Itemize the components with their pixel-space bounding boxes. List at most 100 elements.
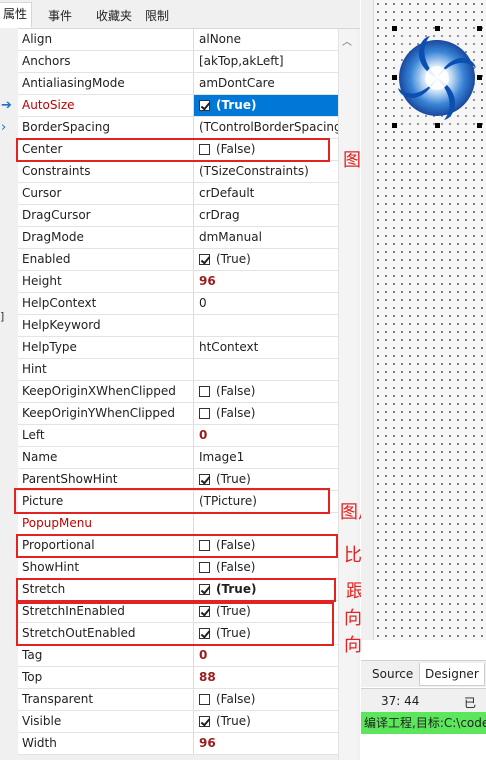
tab-favorites[interactable]: 收藏夹	[92, 5, 136, 27]
resize-handle-se[interactable]	[477, 123, 482, 128]
property-value-text: (False)	[216, 692, 256, 706]
resize-handle-s[interactable]	[435, 123, 440, 128]
property-value[interactable]: (True)	[194, 249, 338, 270]
property-value[interactable]: htContext	[194, 337, 338, 358]
property-row-constraints[interactable]: Constraints (TSizeConstraints)	[18, 161, 338, 183]
property-value[interactable]	[194, 315, 338, 336]
property-value[interactable]: (TControlBorderSpacing)	[194, 117, 338, 138]
form-designer-canvas[interactable]	[374, 0, 486, 640]
property-value[interactable]: 0	[194, 293, 338, 314]
checkbox-checked-icon[interactable]	[199, 716, 210, 727]
checkbox-unchecked-icon[interactable]	[199, 408, 210, 419]
property-value[interactable]: crDefault	[194, 183, 338, 204]
property-name: Tag	[18, 645, 194, 666]
property-name: DragMode	[18, 227, 194, 248]
resize-handle-nw[interactable]	[392, 26, 397, 31]
property-value[interactable]: 0	[194, 645, 338, 666]
checkbox-checked-icon[interactable]	[199, 254, 210, 265]
highlight-picture	[14, 488, 330, 514]
property-row-align[interactable]: Align alNone	[18, 29, 338, 51]
property-row-popupmenu[interactable]: PopupMenu	[18, 513, 338, 535]
property-row-antialiasingmode[interactable]: AntialiasingMode amDontCare	[18, 73, 338, 95]
property-value[interactable]: alNone	[194, 29, 338, 50]
property-name: DragCursor	[18, 205, 194, 226]
property-value[interactable]: 88	[194, 667, 338, 688]
property-name: Height	[18, 271, 194, 292]
property-name: Top	[18, 667, 194, 688]
property-value[interactable]: crDrag	[194, 205, 338, 226]
resize-handle-e[interactable]	[477, 75, 482, 80]
property-row-dragcursor[interactable]: DragCursor crDrag	[18, 205, 338, 227]
property-row-keeporiginywhenclipped[interactable]: KeepOriginYWhenClipped (False)	[18, 403, 338, 425]
property-value[interactable]: dmManual	[194, 227, 338, 248]
compile-message[interactable]: 编译工程,目标:C:\code	[361, 712, 486, 734]
tab-events[interactable]: 事件	[44, 5, 76, 27]
tab-properties[interactable]: 属性	[0, 2, 33, 28]
property-name: Name	[18, 447, 194, 468]
property-value[interactable]: (True)	[194, 711, 338, 732]
property-row-helpkeyword[interactable]: HelpKeyword	[18, 315, 338, 337]
property-row-cursor[interactable]: Cursor crDefault	[18, 183, 338, 205]
property-row-width[interactable]: Width 96	[18, 733, 338, 755]
property-value[interactable]: 96	[194, 271, 338, 292]
image1-component[interactable]	[392, 26, 482, 128]
property-row-borderspacing[interactable]: BorderSpacing (TControlBorderSpacing)	[18, 117, 338, 139]
checkbox-checked-icon[interactable]	[199, 100, 210, 111]
property-row-enabled[interactable]: Enabled (True)	[18, 249, 338, 271]
resize-handle-w[interactable]	[392, 75, 397, 80]
property-row-dragmode[interactable]: DragMode dmManual	[18, 227, 338, 249]
property-value[interactable]: 0	[194, 425, 338, 446]
property-value[interactable]: (False)	[194, 381, 338, 402]
tab-restricted[interactable]: 限制	[141, 5, 173, 27]
property-name: Constraints	[18, 161, 194, 182]
property-value[interactable]: [akTop,akLeft]	[194, 51, 338, 72]
property-row-top[interactable]: Top 88	[18, 667, 338, 689]
property-name: ShowHint	[18, 557, 194, 578]
resize-handle-n[interactable]	[435, 26, 440, 31]
property-row-transparent[interactable]: Transparent (False)	[18, 689, 338, 711]
property-name: Transparent	[18, 689, 194, 710]
property-name: KeepOriginXWhenClipped	[18, 381, 194, 402]
resize-handle-sw[interactable]	[392, 123, 397, 128]
tab-designer[interactable]: Designer	[419, 663, 485, 686]
tab-source[interactable]: Source	[367, 663, 418, 685]
checkbox-unchecked-icon[interactable]	[199, 386, 210, 397]
scroll-up-arrow-icon[interactable]: ︿	[342, 33, 352, 48]
property-name: BorderSpacing	[18, 117, 194, 138]
property-value[interactable]: (TSizeConstraints)	[194, 161, 338, 182]
property-row-name[interactable]: Name Image1	[18, 447, 338, 469]
property-name: Left	[18, 425, 194, 446]
property-value[interactable]: amDontCare	[194, 73, 338, 94]
checkbox-unchecked-icon[interactable]	[199, 694, 210, 705]
property-row-tag[interactable]: Tag 0	[18, 645, 338, 667]
property-row-anchors[interactable]: Anchors [akTop,akLeft]	[18, 51, 338, 73]
checkbox-checked-icon[interactable]	[199, 474, 210, 485]
property-value[interactable]	[194, 513, 338, 534]
property-value[interactable]: (False)	[194, 557, 338, 578]
property-value[interactable]: (False)	[194, 403, 338, 424]
property-row-hint[interactable]: Hint	[18, 359, 338, 381]
property-value-text: (False)	[216, 406, 256, 420]
property-name: Align	[18, 29, 194, 50]
property-value[interactable]: Image1	[194, 447, 338, 468]
property-value[interactable]: 96	[194, 733, 338, 754]
property-row-helptype[interactable]: HelpType htContext	[18, 337, 338, 359]
checkbox-unchecked-icon[interactable]	[199, 562, 210, 573]
editor-tabs: Source Designer	[361, 660, 486, 687]
property-name: AutoSize	[18, 95, 194, 116]
property-row-keeporiginxwhenclipped[interactable]: KeepOriginXWhenClipped (False)	[18, 381, 338, 403]
property-row-helpcontext[interactable]: HelpContext 0	[18, 293, 338, 315]
property-value[interactable]	[194, 359, 338, 380]
property-row-autosize[interactable]: AutoSize (True)	[18, 95, 338, 117]
property-value[interactable]: (False)	[194, 689, 338, 710]
property-name: Width	[18, 733, 194, 754]
resize-handle-ne[interactable]	[477, 26, 482, 31]
property-row-visible[interactable]: Visible (True)	[18, 711, 338, 733]
property-row-height[interactable]: Height 96	[18, 271, 338, 293]
property-row-showhint[interactable]: ShowHint (False)	[18, 557, 338, 579]
property-value[interactable]: (True)	[194, 469, 338, 490]
property-value[interactable]: (True)	[194, 95, 338, 116]
property-row-left[interactable]: Left 0	[18, 425, 338, 447]
highlight-proportional	[16, 534, 338, 558]
expand-arrow-icon[interactable]: ›	[1, 121, 6, 134]
